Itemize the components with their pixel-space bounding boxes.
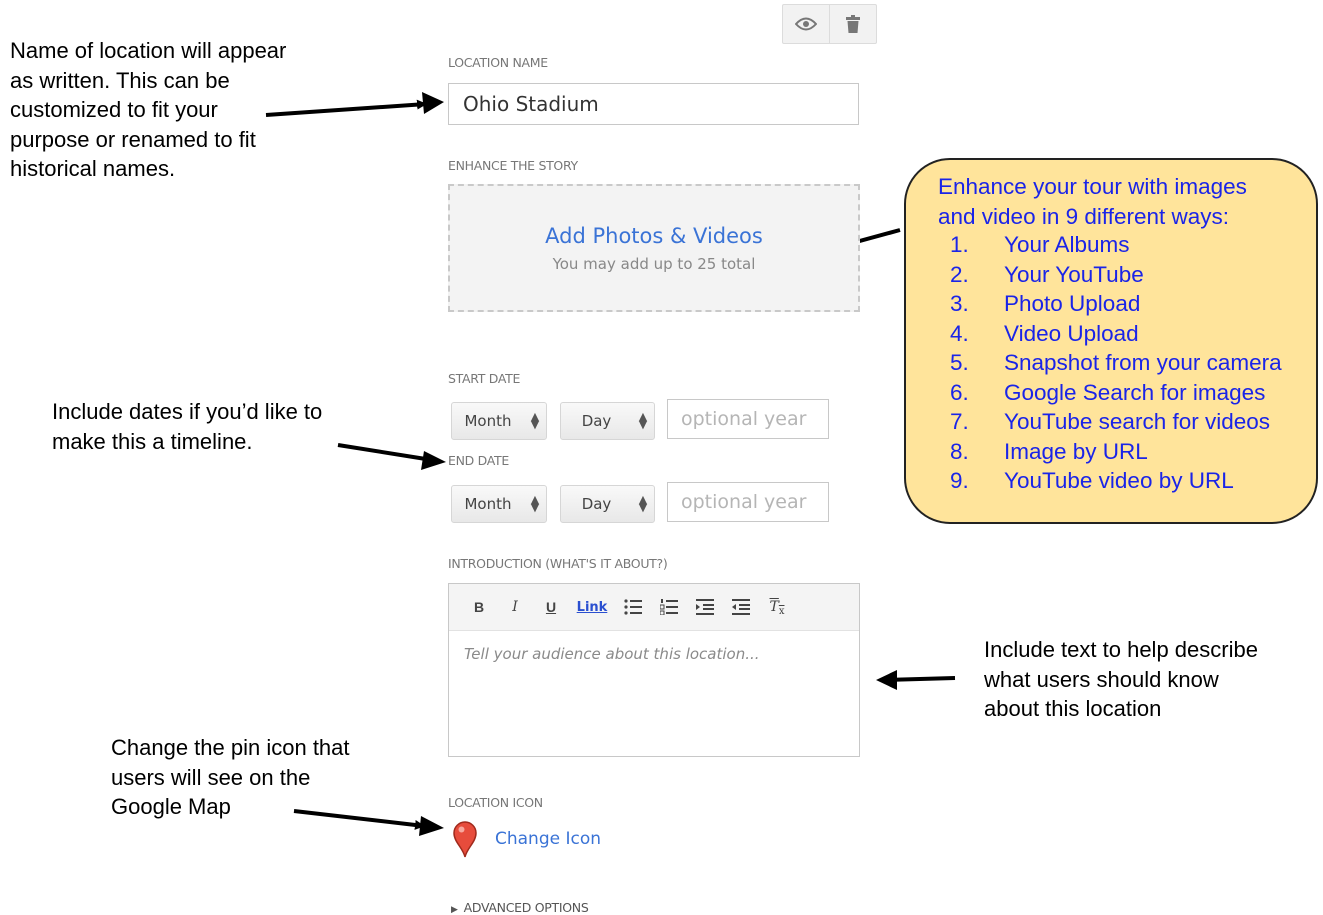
clear-x-mark: x: [778, 605, 785, 617]
delete-button[interactable]: [829, 5, 876, 43]
list-item: 1. Your Albums: [950, 232, 1130, 257]
link-button[interactable]: Link: [569, 592, 615, 622]
advanced-options-label: ADVANCED OPTIONS: [463, 900, 589, 915]
end-month-select[interactable]: Month ▲ ▼: [451, 485, 547, 523]
enhance-story-label: ENHANCE THE STORY: [448, 158, 578, 173]
updown-icon: ▲ ▼: [530, 493, 540, 514]
bulleted-list-icon: [624, 599, 642, 615]
bold-button[interactable]: B: [461, 592, 497, 622]
start-day-value: Day: [581, 412, 612, 430]
start-day-select[interactable]: Day ▲ ▼: [560, 402, 655, 440]
italic-button[interactable]: I: [497, 592, 533, 622]
indent-button[interactable]: [687, 592, 723, 622]
map-pin-icon: [453, 821, 477, 858]
list-item: 9. YouTube video by URL: [950, 468, 1234, 493]
updown-icon: ▲ ▼: [638, 410, 648, 431]
clear-formatting-icon: T: [769, 599, 779, 615]
media-options-callout: Enhance your tour with images and video …: [904, 158, 1318, 524]
introduction-textarea[interactable]: Tell your audience about this location..…: [449, 631, 859, 677]
media-limit-hint: You may add up to 25 total: [552, 255, 756, 273]
location-name-label: LOCATION NAME: [448, 55, 548, 70]
media-dropzone[interactable]: Add Photos & Videos You may add up to 25…: [448, 184, 860, 312]
list-item: 7. YouTube search for videos: [950, 409, 1271, 434]
outdent-button[interactable]: [723, 592, 759, 622]
updown-icon: ▲ ▼: [530, 410, 540, 431]
numbered-list-button[interactable]: [651, 592, 687, 622]
change-icon-link[interactable]: Change Icon: [495, 829, 601, 849]
start-month-value: Month: [464, 412, 512, 430]
underline-button[interactable]: U: [533, 592, 569, 622]
list-item: 8. Image by URL: [950, 438, 1148, 464]
add-photos-videos-link[interactable]: Add Photos & Videos: [450, 224, 858, 248]
arrow-to-dates: [337, 443, 433, 464]
bulleted-list-button[interactable]: [615, 592, 651, 622]
end-day-select[interactable]: Day ▲ ▼: [560, 485, 655, 523]
end-day-value: Day: [581, 495, 612, 513]
end-year-input[interactable]: optional year: [667, 482, 829, 522]
list-item: 4. Video Upload: [950, 320, 1139, 346]
clear-formatting-button[interactable]: Tx: [759, 592, 795, 622]
caret-right-icon: ▶: [451, 905, 458, 915]
start-date-label: START DATE: [448, 371, 521, 386]
location-name-input[interactable]: Ohio Stadium: [448, 83, 859, 125]
end-month-value: Month: [464, 495, 512, 513]
callout-heading: Enhance your tour with images and video …: [938, 174, 1247, 229]
introduction-editor: B I U Link Tx Tell your audience about t…: [448, 583, 860, 757]
preview-button[interactable]: [783, 5, 829, 43]
indent-icon: [696, 599, 714, 615]
eye-icon: [795, 17, 817, 31]
numbered-list-icon: [660, 599, 678, 615]
arrow-to-name: [265, 99, 427, 117]
trash-icon: [846, 15, 860, 33]
list-item: 3. Photo Upload: [950, 291, 1141, 316]
updown-icon: ▲ ▼: [638, 493, 648, 514]
location-icon-label: LOCATION ICON: [448, 795, 543, 810]
list-item: 2. Your YouTube: [950, 261, 1144, 287]
introduction-label: INTRODUCTION (WHAT'S IT ABOUT?): [448, 556, 668, 571]
advanced-options-toggle[interactable]: ▶ ADVANCED OPTIONS: [451, 900, 589, 915]
list-item: 5. Snapshot from your camera: [950, 350, 1282, 375]
start-month-select[interactable]: Month ▲ ▼: [451, 402, 547, 440]
list-item: 6. Google Search for images: [950, 379, 1266, 405]
item-toolbar: [782, 4, 877, 44]
outdent-icon: [732, 599, 750, 615]
arrow-to-icon: [293, 809, 425, 830]
media-options-list: 1. Your Albums 2. Your YouTube 3. Photo Upl…: [950, 230, 1282, 496]
end-date-label: END DATE: [448, 453, 509, 468]
start-year-input[interactable]: optional year: [667, 399, 829, 439]
editor-toolbar: B I U Link Tx: [449, 584, 859, 631]
